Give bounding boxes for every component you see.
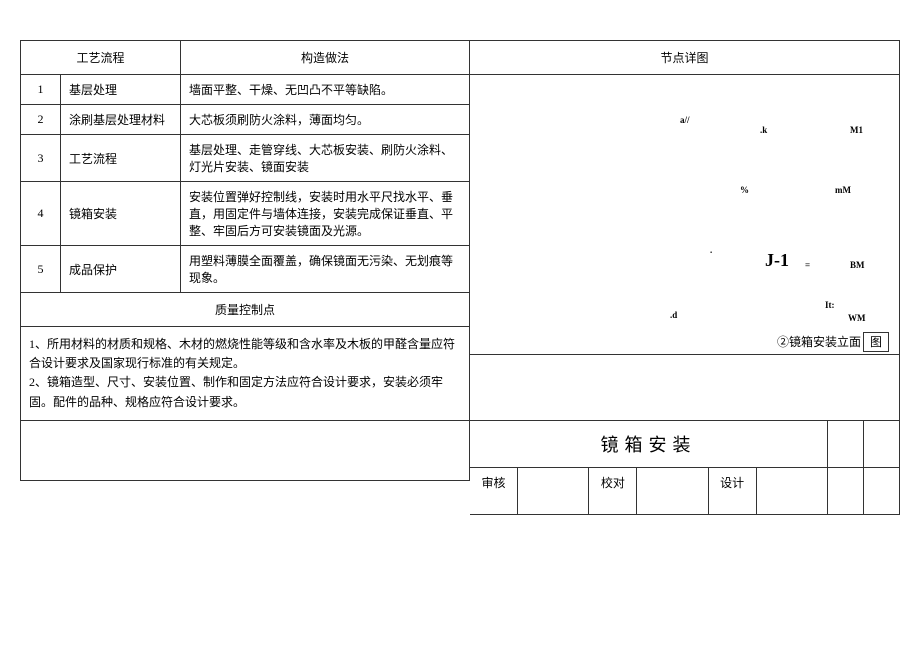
row-num: 5 <box>21 246 61 293</box>
qc-content: 1、所用材料的材质和规格、木材的燃烧性能等级和含水率及木板的甲醛含量应符合设计要… <box>21 327 470 421</box>
sig-label-review: 审核 <box>470 468 518 515</box>
diag-label: .d <box>670 310 677 320</box>
table-row: 5 成品保护 用塑料薄膜全面覆盖，确保镜面无污染、无划痕等现象。 <box>21 246 470 293</box>
diag-label: . <box>710 245 712 255</box>
table-row: 4 镜箱安装 安装位置弹好控制线，安装时用水平尺找水平、垂直，用固定件与墙体连接… <box>21 182 470 246</box>
row-name: 基层处理 <box>61 75 181 105</box>
sig-value-review <box>518 468 589 515</box>
diag-label: WM <box>848 313 866 323</box>
row-desc: 用塑料薄膜全面覆盖，确保镜面无污染、无划痕等现象。 <box>181 246 470 293</box>
row-name: 镜箱安装 <box>61 182 181 246</box>
row-name: 工艺流程 <box>61 135 181 182</box>
title-cell-blank <box>828 421 864 468</box>
sig-value-check <box>637 468 708 515</box>
row-num: 1 <box>21 75 61 105</box>
header-process: 工艺流程 <box>21 41 181 75</box>
bottom-left-blank <box>20 421 470 481</box>
diag-label: It: <box>825 300 835 310</box>
diagram-caption: ②镜箱安装立面 <box>777 335 861 349</box>
title-cell-blank <box>864 421 900 468</box>
table-row: 3 工艺流程 基层处理、走管穿线、大芯板安装、刷防火涂料、灯光片安装、镜面安装 <box>21 135 470 182</box>
row-name: 成品保护 <box>61 246 181 293</box>
qc-item: 1、所用材料的材质和规格、木材的燃烧性能等级和含水率及木板的甲醛含量应符合设计要… <box>29 335 461 373</box>
header-detail: 节点详图 <box>470 41 899 75</box>
diag-label: M1 <box>850 125 863 135</box>
page-title: 镜箱安装 <box>470 421 828 468</box>
sig-label-design: 设计 <box>709 468 757 515</box>
row-name: 涂刷基层处理材料 <box>61 105 181 135</box>
sig-label-check: 校对 <box>589 468 637 515</box>
row-desc: 墙面平整、干燥、无凹凸不平等缺陷。 <box>181 75 470 105</box>
diag-label: a// <box>680 115 690 125</box>
qc-item: 2、镜箱造型、尺寸、安装位置、制作和固定方法应符合设计要求，安装必须牢固。配件的… <box>29 373 461 411</box>
diag-label: .k <box>760 125 767 135</box>
diag-label: mM <box>835 185 851 195</box>
row-desc: 大芯板须刷防火涂料，薄面均匀。 <box>181 105 470 135</box>
row-num: 4 <box>21 182 61 246</box>
table-row: 2 涂刷基层处理材料 大芯板须刷防火涂料，薄面均匀。 <box>21 105 470 135</box>
caption-suffix: 图 <box>863 332 889 352</box>
row-desc: 安装位置弹好控制线，安装时用水平尺找水平、垂直，用固定件与墙体连接，安装完成保证… <box>181 182 470 246</box>
row-num: 3 <box>21 135 61 182</box>
diagram-area: a// .k M1 % mM J-1 = BM .d It: WM . ②镜箱安… <box>470 75 899 355</box>
qc-header: 质量控制点 <box>21 293 470 327</box>
diag-label: = <box>805 260 810 270</box>
diag-label: % <box>740 185 749 195</box>
row-num: 2 <box>21 105 61 135</box>
diag-label-j1: J-1 <box>765 250 789 271</box>
sig-cell-blank <box>828 468 864 515</box>
row-desc: 基层处理、走管穿线、大芯板安装、刷防火涂料、灯光片安装、镜面安装 <box>181 135 470 182</box>
sig-value-design <box>757 468 828 515</box>
diag-label: BM <box>850 260 865 270</box>
header-method: 构造做法 <box>181 41 470 75</box>
table-row: 1 基层处理 墙面平整、干燥、无凹凸不平等缺陷。 <box>21 75 470 105</box>
sig-cell-blank <box>864 468 900 515</box>
